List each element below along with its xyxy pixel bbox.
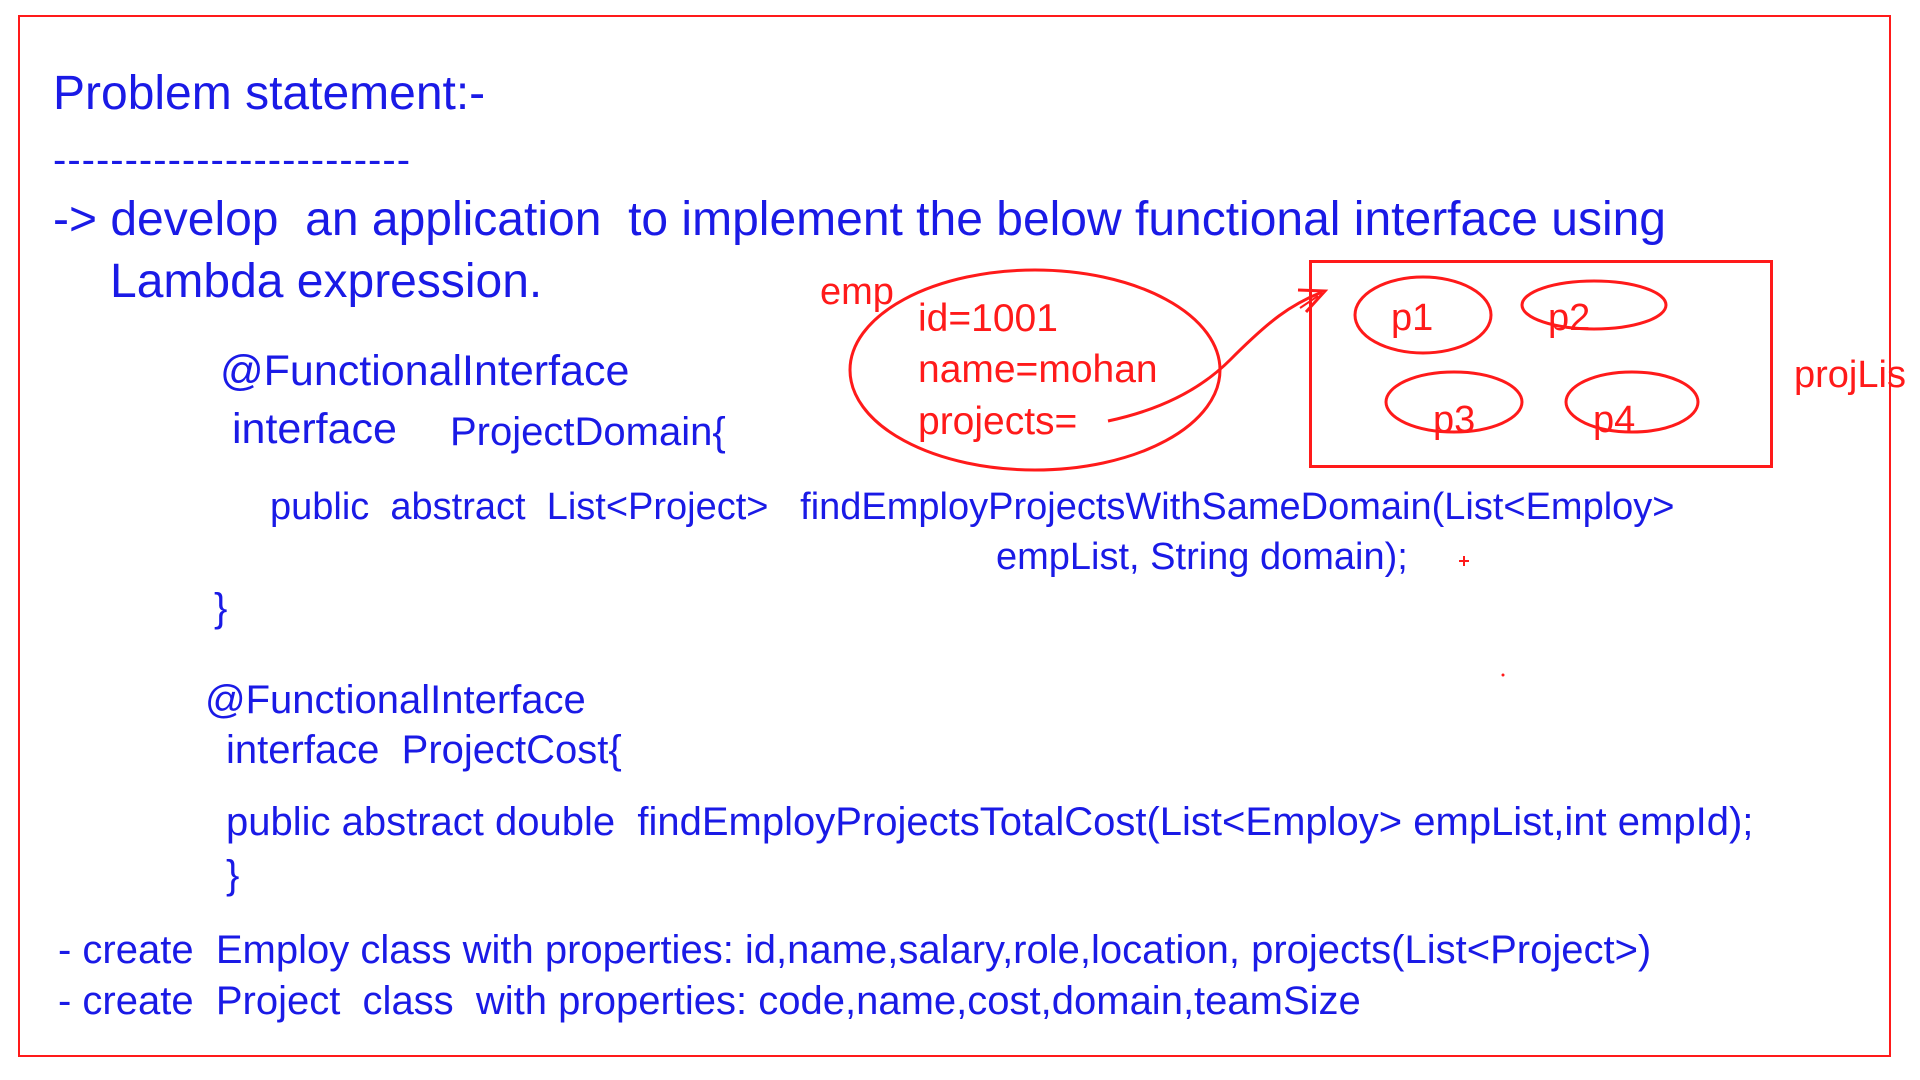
interface2-annotation: @FunctionalInterface: [205, 678, 586, 722]
intro-line-1: -> develop an application to implement t…: [53, 193, 1666, 246]
requirement-employ: - create Employ class with properties: i…: [58, 928, 1652, 972]
project-list-box: [1309, 260, 1773, 468]
interface1-method-line2: empList, String domain);: [996, 536, 1408, 578]
project-list-label: projLis: [1794, 354, 1906, 396]
requirement-project: - create Project class with properties: …: [58, 979, 1361, 1023]
emp-field-projects: projects=: [918, 400, 1078, 443]
interface2-method: public abstract double findEmployProject…: [226, 800, 1754, 844]
interface2-declaration: interface ProjectCost{: [226, 728, 622, 772]
project-p3-label: p3: [1433, 399, 1476, 441]
emp-field-id: id=1001: [918, 297, 1058, 340]
interface1-method-line1: public abstract List<Project> findEmploy…: [270, 486, 1675, 528]
emp-field-name: name=mohan: [918, 348, 1158, 391]
emp-label: emp: [820, 271, 894, 313]
project-p4-label: p4: [1593, 399, 1636, 441]
interface2-closing: }: [226, 853, 240, 897]
intro-line-2: Lambda expression.: [110, 255, 543, 308]
interface1-annotation: @FunctionalInterface: [220, 347, 630, 395]
page-title: Problem statement:-: [53, 67, 486, 120]
title-underline: -------------------------: [53, 138, 412, 182]
interface1-closing: }: [214, 586, 228, 630]
project-p2-label: p2: [1548, 297, 1591, 339]
project-p1-label: p1: [1391, 297, 1434, 339]
interface1-keyword: interface: [232, 405, 397, 453]
interface1-name: ProjectDomain{: [450, 410, 726, 454]
